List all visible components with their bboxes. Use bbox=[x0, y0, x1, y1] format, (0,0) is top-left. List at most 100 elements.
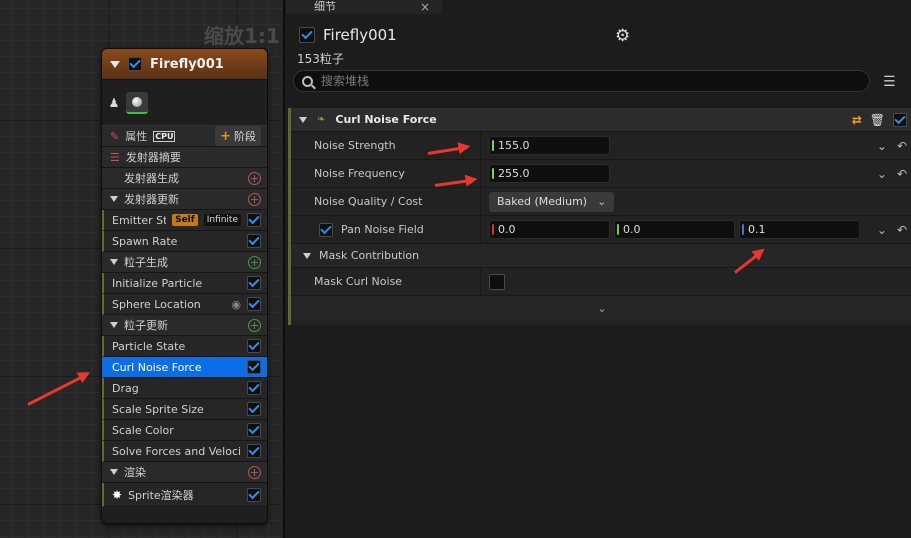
reset-icon[interactable]: ↶ bbox=[897, 167, 907, 181]
mask-contribution-section[interactable]: Mask Contribution bbox=[291, 244, 911, 268]
emitter-enable-checkbox[interactable] bbox=[299, 27, 315, 43]
add-module-icon[interactable]: + bbox=[248, 255, 261, 269]
particle-spawn-row[interactable]: 粒子生成 + bbox=[102, 252, 267, 273]
module-enable-checkbox[interactable] bbox=[247, 402, 261, 416]
chevron-down-icon[interactable]: ⌄ bbox=[877, 167, 887, 181]
expand-advanced-button[interactable]: ⌄ bbox=[291, 296, 911, 320]
module-label: Scale Color bbox=[112, 423, 174, 437]
close-icon[interactable]: × bbox=[420, 1, 430, 13]
search-input[interactable] bbox=[321, 74, 821, 88]
section-label: 渲染 bbox=[124, 466, 146, 479]
module-enable-checkbox[interactable] bbox=[247, 234, 261, 248]
section-label: 发射器更新 bbox=[124, 193, 179, 206]
section-label: 粒子更新 bbox=[124, 319, 168, 332]
emitter-summary-row[interactable]: ☰ 发射器摘要 bbox=[102, 147, 267, 168]
particle-icon[interactable]: ♟ bbox=[109, 96, 120, 110]
add-module-icon[interactable]: + bbox=[248, 318, 261, 332]
module-label: Solve Forces and Velocity bbox=[112, 444, 241, 458]
noise-quality-dropdown[interactable]: Baked (Medium) ⌄ bbox=[489, 191, 615, 212]
trash-icon[interactable]: 🗑 bbox=[870, 113, 885, 127]
module-sprite-renderer[interactable]: ✸ Sprite渲染器 bbox=[102, 483, 267, 507]
node-header[interactable]: Firefly001 bbox=[102, 49, 267, 80]
infinite-badge: Infinite bbox=[203, 214, 241, 226]
collapse-arrow-icon[interactable] bbox=[110, 322, 118, 328]
collapse-arrow-icon[interactable] bbox=[303, 252, 311, 259]
module-initialize-particle[interactable]: Initialize Particle bbox=[102, 273, 267, 294]
module-enable-checkbox[interactable] bbox=[247, 423, 261, 437]
reset-icon[interactable]: ↶ bbox=[897, 139, 907, 153]
stage-label: 阶段 bbox=[234, 130, 256, 143]
graph-canvas[interactable]: 缩放1:1 Firefly001 ♟ ✎ 属性 CPU + 阶段 ☰ 发射器摘要… bbox=[0, 0, 283, 538]
mask-curl-noise-checkbox[interactable] bbox=[489, 273, 505, 290]
module-sphere-location[interactable]: Sphere Location ◉ bbox=[102, 294, 267, 315]
sphere-preview-icon[interactable] bbox=[126, 91, 148, 114]
module-scale-color[interactable]: Scale Color bbox=[102, 420, 267, 441]
reset-icon[interactable]: ↶ bbox=[897, 223, 907, 237]
filter-icon[interactable]: ☰ bbox=[883, 74, 896, 90]
tab-details[interactable]: 细节 × bbox=[286, 0, 442, 14]
gear-icon[interactable]: ⚙ bbox=[615, 26, 630, 46]
pan-y-input[interactable]: 0.0 bbox=[614, 220, 735, 239]
module-enable-checkbox[interactable] bbox=[247, 276, 261, 290]
curl-noise-category: ❧ Curl Noise Force ⇄ 🗑 Noise Strength 15… bbox=[288, 108, 911, 325]
module-enable-checkbox[interactable] bbox=[893, 112, 907, 127]
module-particle-state[interactable]: Particle State bbox=[102, 336, 267, 357]
chevron-down-icon[interactable]: ⌄ bbox=[877, 139, 887, 153]
collapse-arrow-icon[interactable] bbox=[110, 196, 118, 202]
module-enable-checkbox[interactable] bbox=[247, 297, 261, 311]
add-module-icon[interactable]: + bbox=[248, 192, 261, 206]
module-spawn-rate[interactable]: Spawn Rate bbox=[102, 231, 267, 252]
module-enable-checkbox[interactable] bbox=[247, 487, 261, 502]
module-label: Sphere Location bbox=[112, 297, 201, 311]
particle-count: 153粒子 bbox=[297, 52, 344, 66]
dropdown-value: Baked (Medium) bbox=[497, 195, 588, 208]
particle-update-row[interactable]: 粒子更新 + bbox=[102, 315, 267, 336]
cpu-badge: CPU bbox=[153, 130, 176, 142]
module-enable-checkbox[interactable] bbox=[247, 444, 261, 458]
category-header[interactable]: ❧ Curl Noise Force ⇄ 🗑 bbox=[291, 108, 911, 132]
properties-row[interactable]: ✎ 属性 CPU + 阶段 bbox=[102, 126, 267, 147]
pan-z-input[interactable]: 0.1 bbox=[739, 220, 860, 239]
noise-frequency-input[interactable]: 255.0 bbox=[489, 164, 610, 183]
emitter-update-row[interactable]: 发射器更新 + bbox=[102, 189, 267, 210]
collapse-arrow-icon[interactable] bbox=[299, 116, 307, 123]
search-bar[interactable] bbox=[293, 70, 870, 92]
tab-label: 细节 bbox=[314, 0, 336, 13]
property-label: Noise Strength bbox=[314, 139, 396, 152]
search-icon bbox=[302, 75, 313, 87]
list-icon: ☰ bbox=[110, 150, 120, 164]
emitter-node[interactable]: Firefly001 ♟ ✎ 属性 CPU + 阶段 ☰ 发射器摘要 发射器生成… bbox=[101, 48, 268, 524]
collapse-arrow-icon[interactable] bbox=[110, 259, 118, 265]
chevron-down-icon[interactable]: ⌄ bbox=[877, 223, 887, 237]
collapse-arrow-icon[interactable] bbox=[110, 60, 120, 68]
category-title: Curl Noise Force bbox=[335, 113, 437, 126]
add-module-icon[interactable]: + bbox=[248, 465, 261, 479]
module-scale-sprite-size[interactable]: Scale Sprite Size bbox=[102, 399, 267, 420]
pan-x-input[interactable]: 0.0 bbox=[489, 220, 610, 239]
module-curl-noise-force[interactable]: Curl Noise Force bbox=[102, 357, 267, 378]
collapse-arrow-icon[interactable] bbox=[110, 469, 118, 475]
module-label: Emitter State bbox=[112, 213, 166, 227]
module-label: Sprite渲染器 bbox=[128, 488, 194, 502]
module-enable-checkbox[interactable] bbox=[247, 339, 261, 353]
add-module-icon[interactable]: + bbox=[248, 171, 261, 185]
add-stage-button[interactable]: + 阶段 bbox=[215, 126, 261, 146]
plus-icon: + bbox=[220, 128, 231, 144]
pan-noise-field-checkbox[interactable] bbox=[319, 222, 333, 237]
noise-strength-input[interactable]: 155.0 bbox=[489, 136, 610, 155]
module-enable-checkbox[interactable] bbox=[247, 213, 261, 227]
module-label: Scale Sprite Size bbox=[112, 402, 204, 416]
module-drag[interactable]: Drag bbox=[102, 378, 267, 399]
eye-icon[interactable]: ◉ bbox=[231, 298, 241, 311]
emitter-enable-checkbox[interactable] bbox=[128, 57, 142, 71]
section-label: Mask Contribution bbox=[319, 249, 420, 262]
chevron-down-icon: ⌄ bbox=[597, 195, 607, 208]
noise-strength-row: Noise Strength 155.0 ⌄ ↶ bbox=[291, 132, 911, 160]
module-emitter-state[interactable]: Emitter State Self Infinite bbox=[102, 210, 267, 231]
shuffle-icon[interactable]: ⇄ bbox=[852, 113, 862, 127]
module-solve-forces[interactable]: Solve Forces and Velocity bbox=[102, 441, 267, 462]
render-row[interactable]: 渲染 + bbox=[102, 462, 267, 483]
emitter-spawn-row[interactable]: 发射器生成 + bbox=[102, 168, 267, 189]
module-enable-checkbox[interactable] bbox=[247, 360, 261, 374]
module-enable-checkbox[interactable] bbox=[247, 381, 261, 395]
